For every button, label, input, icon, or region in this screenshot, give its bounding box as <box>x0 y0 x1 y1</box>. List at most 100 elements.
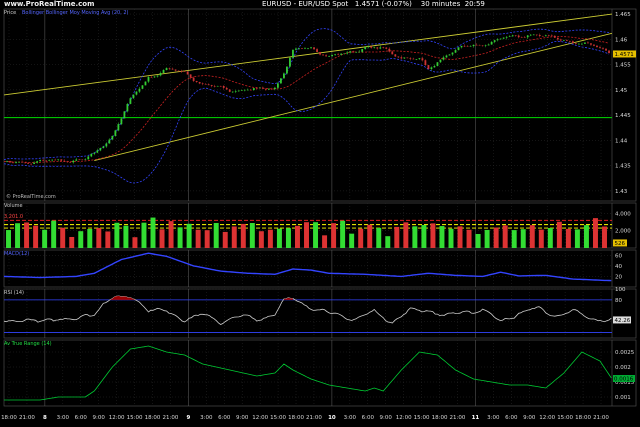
volume-bar <box>547 228 553 248</box>
candle-body <box>54 159 57 161</box>
volume-bar <box>520 229 526 248</box>
candle-body <box>298 48 300 50</box>
volume-bar <box>42 229 48 248</box>
volume-bar <box>294 225 300 248</box>
volume-bar <box>267 229 273 248</box>
x-tick-label: 18:00 <box>1 415 17 421</box>
x-tick-label: 6:00 <box>505 415 518 421</box>
candle-body <box>526 35 529 38</box>
candle-body <box>547 35 550 36</box>
candle-body <box>608 50 610 54</box>
candle-body <box>334 54 337 55</box>
volume-bar <box>466 229 472 248</box>
x-tick-label: 3:00 <box>57 415 70 421</box>
x-tick-label: 9:00 <box>236 415 249 421</box>
x-tick-label: 3:00 <box>200 415 213 421</box>
candle-body <box>487 44 490 46</box>
brand-logo[interactable]: www.ProRealTime.com <box>4 0 94 9</box>
candle-body <box>361 49 364 52</box>
candle-body <box>246 89 249 91</box>
candle-body <box>346 52 349 54</box>
x-tick-label: 6:00 <box>218 415 231 421</box>
clock: 20:59 <box>464 0 485 8</box>
candle-body <box>180 71 183 72</box>
candle-body <box>535 34 538 36</box>
volume-bar <box>602 226 607 248</box>
candle-body <box>93 152 96 154</box>
volume-bar <box>141 222 147 248</box>
candle-body <box>590 43 592 45</box>
bollinger-upper <box>4 28 610 161</box>
grid-lines <box>4 9 612 406</box>
candle-body <box>249 89 252 91</box>
volume-bar <box>421 225 427 248</box>
candle-body <box>457 47 460 51</box>
chart-title: EURUSD - EUR/USD Spot 1.4571 (-0.07%) 30… <box>262 0 485 9</box>
candle-body <box>277 83 279 88</box>
candle-body <box>394 54 397 57</box>
candle-body <box>382 47 385 48</box>
candle-body <box>78 159 81 161</box>
candle-body <box>207 84 210 86</box>
volume-bar <box>96 228 102 248</box>
volume-bar <box>574 229 580 248</box>
candle-body <box>514 35 517 36</box>
candle-body <box>562 40 565 41</box>
volume-bar <box>231 226 237 248</box>
x-tick-label: 15:00 <box>414 415 430 421</box>
volume-bar <box>583 225 589 248</box>
candle-body <box>186 71 189 75</box>
candle-body <box>189 74 192 78</box>
candle-body <box>349 51 352 53</box>
candle-body <box>15 162 17 163</box>
candle-body <box>240 90 243 91</box>
candle-body <box>508 36 511 37</box>
candle-body <box>550 35 553 37</box>
candle-body <box>228 89 231 92</box>
candle-body <box>60 159 63 161</box>
candle-body <box>292 49 294 58</box>
candle-body <box>460 45 463 48</box>
candle-body <box>391 51 394 55</box>
candle-body <box>231 91 234 93</box>
candle-body <box>138 88 141 92</box>
volume-bar <box>6 230 11 248</box>
candle-body <box>466 45 469 47</box>
volume-bar <box>276 228 282 248</box>
x-tick-label: 21:00 <box>593 415 609 421</box>
volume-bar <box>222 231 228 248</box>
volume-bar <box>313 222 319 248</box>
candle-body <box>337 54 340 55</box>
candle-body <box>120 118 123 125</box>
candle-body <box>587 42 589 44</box>
candle-body <box>195 80 198 82</box>
atr-panel-label: Av True Range (14) <box>4 341 52 347</box>
volume-bar <box>78 231 84 248</box>
candle-body <box>30 163 32 165</box>
timeframe[interactable]: 30 minutes <box>421 0 460 8</box>
candle-body <box>502 37 505 39</box>
volume-bar <box>367 224 373 248</box>
volume-bar <box>150 217 156 248</box>
volume-bar <box>412 226 418 248</box>
volume-bar <box>123 225 129 248</box>
volume-bar <box>376 227 382 248</box>
candle-body <box>463 45 466 47</box>
candle-body <box>96 150 99 153</box>
volume-bar <box>249 222 255 248</box>
volume-bar <box>502 225 508 248</box>
volume-bar <box>114 222 120 248</box>
candle-body <box>69 162 72 163</box>
candle-body <box>565 40 568 41</box>
candle-body <box>12 162 14 164</box>
volume-bar <box>258 231 264 248</box>
volume-panel-label: Volume <box>4 203 23 209</box>
chart-canvas: 1.43 1.435 1.44 1.445 1.45 1.455 1.46 1.465 1.45… <box>1 8 637 421</box>
volume-bar <box>186 223 192 248</box>
candle-body <box>596 45 598 48</box>
candle-body <box>532 34 535 36</box>
volume-bar <box>51 220 57 248</box>
candle-body <box>274 87 276 90</box>
volume-bar <box>60 227 66 248</box>
candle-body <box>355 51 358 53</box>
